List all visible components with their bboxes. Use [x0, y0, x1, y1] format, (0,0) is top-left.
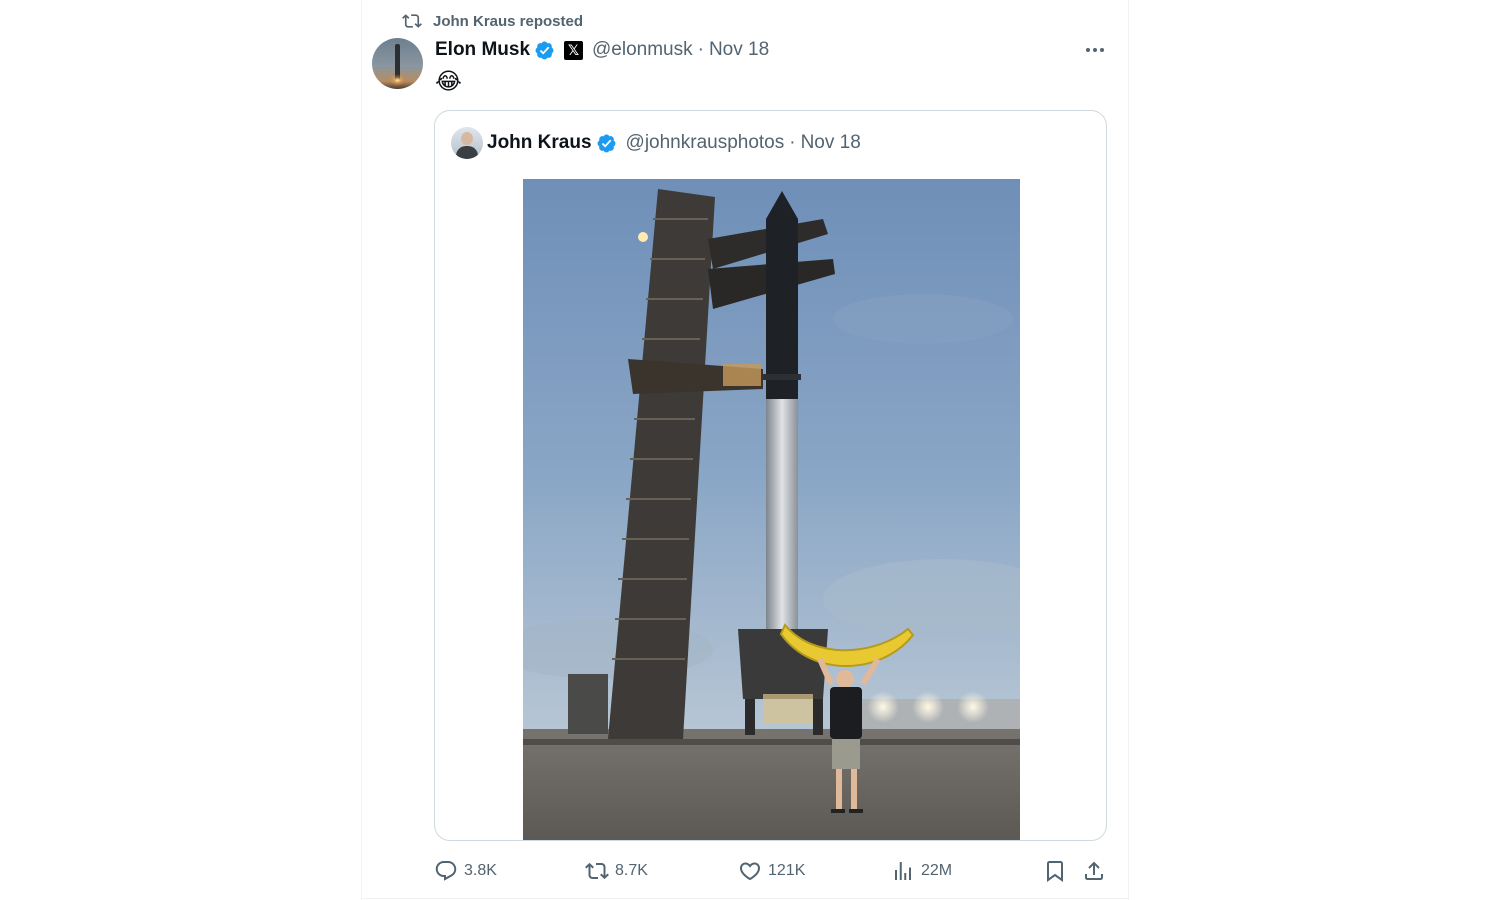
quoted-post-header: John Kraus @johnkrausphotos · Nov 18 — [451, 127, 861, 159]
quoted-author-name: John Kraus — [487, 132, 592, 153]
photo-launch-tower-banana-scene — [523, 179, 1020, 840]
post-date[interactable]: Nov 18 — [709, 39, 769, 61]
avatar-body-shape — [456, 146, 478, 159]
bookmark-icon[interactable] — [1043, 859, 1067, 883]
verified-badge-icon[interactable] — [534, 40, 555, 61]
avatar-glow-shape — [390, 74, 405, 86]
reply-button[interactable]: 3.8K — [434, 857, 497, 885]
repost-label: John Kraus reposted — [433, 12, 584, 30]
post-text: 😂 — [435, 68, 462, 94]
repost-icon — [585, 862, 609, 880]
like-button[interactable]: 121K — [738, 857, 805, 885]
post-header: Elon Musk 𝕏 @elonmusk · Nov 18 — [435, 38, 769, 62]
avatar-head-shape — [461, 132, 473, 145]
heart-icon — [739, 862, 761, 881]
view-count: 22M — [921, 862, 953, 879]
author-handle[interactable]: @elonmusk — [592, 39, 693, 61]
quoted-author-handle: @johnkrausphotos — [625, 132, 785, 153]
verified-badge-icon — [597, 134, 616, 152]
more-dot — [1093, 48, 1097, 52]
views-chart-icon — [895, 862, 911, 880]
more-options-icon[interactable] — [1082, 38, 1108, 62]
post-action-bar: 3.8K 8.7K 121K 22M — [434, 857, 1108, 885]
post-divider — [361, 898, 1129, 899]
repost-context[interactable]: John Kraus reposted — [401, 11, 583, 31]
more-dot — [1086, 48, 1090, 52]
quoted-post-card[interactable]: John Kraus @johnkrausphotos · Nov 18 — [434, 110, 1107, 841]
quoted-post-photo[interactable] — [523, 179, 1020, 840]
repost-count: 8.7K — [615, 862, 648, 879]
author-name[interactable]: Elon Musk — [435, 39, 530, 61]
more-dot — [1100, 48, 1104, 52]
author-avatar[interactable] — [372, 38, 423, 89]
repost-icon — [402, 14, 422, 28]
views-button[interactable]: 22M — [891, 857, 952, 885]
x-affiliate-badge-icon[interactable]: 𝕏 — [564, 40, 584, 60]
reply-count: 3.8K — [464, 862, 497, 879]
quoted-post-date: Nov 18 — [800, 132, 861, 153]
header-separator: · — [789, 132, 796, 153]
share-icon[interactable] — [1082, 859, 1106, 883]
header-separator: · — [697, 39, 704, 60]
quoted-author-avatar — [451, 127, 483, 159]
like-count: 121K — [768, 862, 806, 879]
reply-icon — [435, 861, 457, 881]
repost-button[interactable]: 8.7K — [585, 857, 648, 885]
